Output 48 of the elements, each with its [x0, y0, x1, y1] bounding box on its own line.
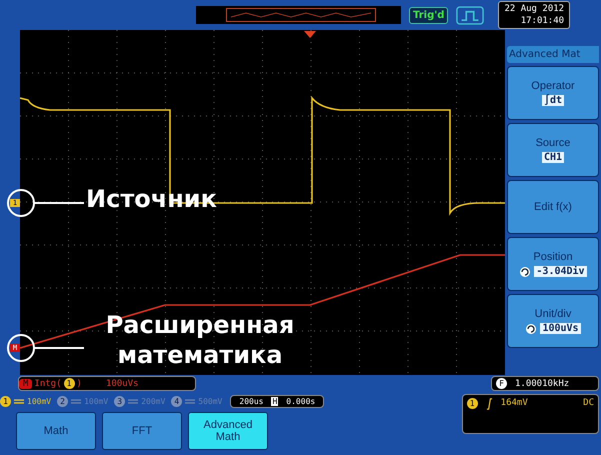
channel-scale: 100mV [84, 396, 108, 406]
menu-button[interactable]: Unit/div 100uVs [507, 294, 599, 348]
trigger-level: 164mV [500, 398, 528, 408]
math-scale: 100uVs [106, 378, 138, 388]
dc-coupling-icon [71, 398, 82, 404]
date-text: 22 Aug 2012 [504, 3, 564, 15]
channel-scale: 200mV [141, 396, 166, 406]
frequency-badge: F [496, 378, 507, 389]
time-text: 17:01:40 [520, 15, 564, 27]
menu-button[interactable]: Position -3.04Div [507, 237, 599, 291]
timebase-position: 0.000s [286, 396, 316, 406]
knob-icon [519, 266, 532, 278]
math-badge: M [19, 378, 32, 388]
menu-value: 100uVs [540, 323, 581, 334]
menu-title: Advanced Mat [507, 46, 599, 63]
channel-badge: 1 [0, 396, 11, 406]
timebase-scale: 200us [239, 396, 264, 406]
menu-value: ∫dt [542, 95, 564, 106]
channel-scale: 100mV [27, 396, 52, 406]
pulse-icon [456, 6, 484, 24]
menu-button[interactable]: Operator ∫dt [507, 66, 599, 120]
dc-coupling-icon [128, 398, 138, 404]
math-function: ) [76, 378, 82, 388]
trigger-status: Trig'd [409, 6, 448, 24]
callout-label: Расширенная математика [104, 310, 296, 370]
softkey-button[interactable]: Math [16, 412, 96, 450]
dc-coupling-icon [14, 398, 24, 404]
frequency-value: 1.00010kHz [515, 378, 570, 388]
channel-badge: 1 [466, 398, 478, 409]
channel-scale: 500mV [198, 396, 222, 406]
callout-label: Источник [86, 185, 217, 213]
menu-value: -3.04Div [534, 266, 587, 277]
channel-badge: 4 [171, 396, 182, 406]
rising-edge-icon [486, 398, 493, 410]
trigger-coupling: DC [583, 398, 594, 408]
channel-badge: 1 [64, 378, 75, 389]
channel-badge: 3 [114, 396, 126, 406]
dc-coupling-icon [185, 398, 196, 404]
trigger-position-icon [304, 31, 316, 38]
knob-icon [525, 322, 538, 334]
menu-value: CH1 [542, 152, 564, 163]
softkey-button[interactable]: Advanced Math [188, 412, 268, 450]
softkey-button[interactable]: FFT [102, 412, 182, 450]
menu-button[interactable]: Source CH1 [507, 123, 599, 177]
channel-badge: 2 [57, 396, 68, 406]
horizontal-badge: H [271, 396, 278, 406]
math-function: Intg( [34, 378, 62, 388]
menu-button[interactable]: Edit f(x) [507, 180, 599, 234]
